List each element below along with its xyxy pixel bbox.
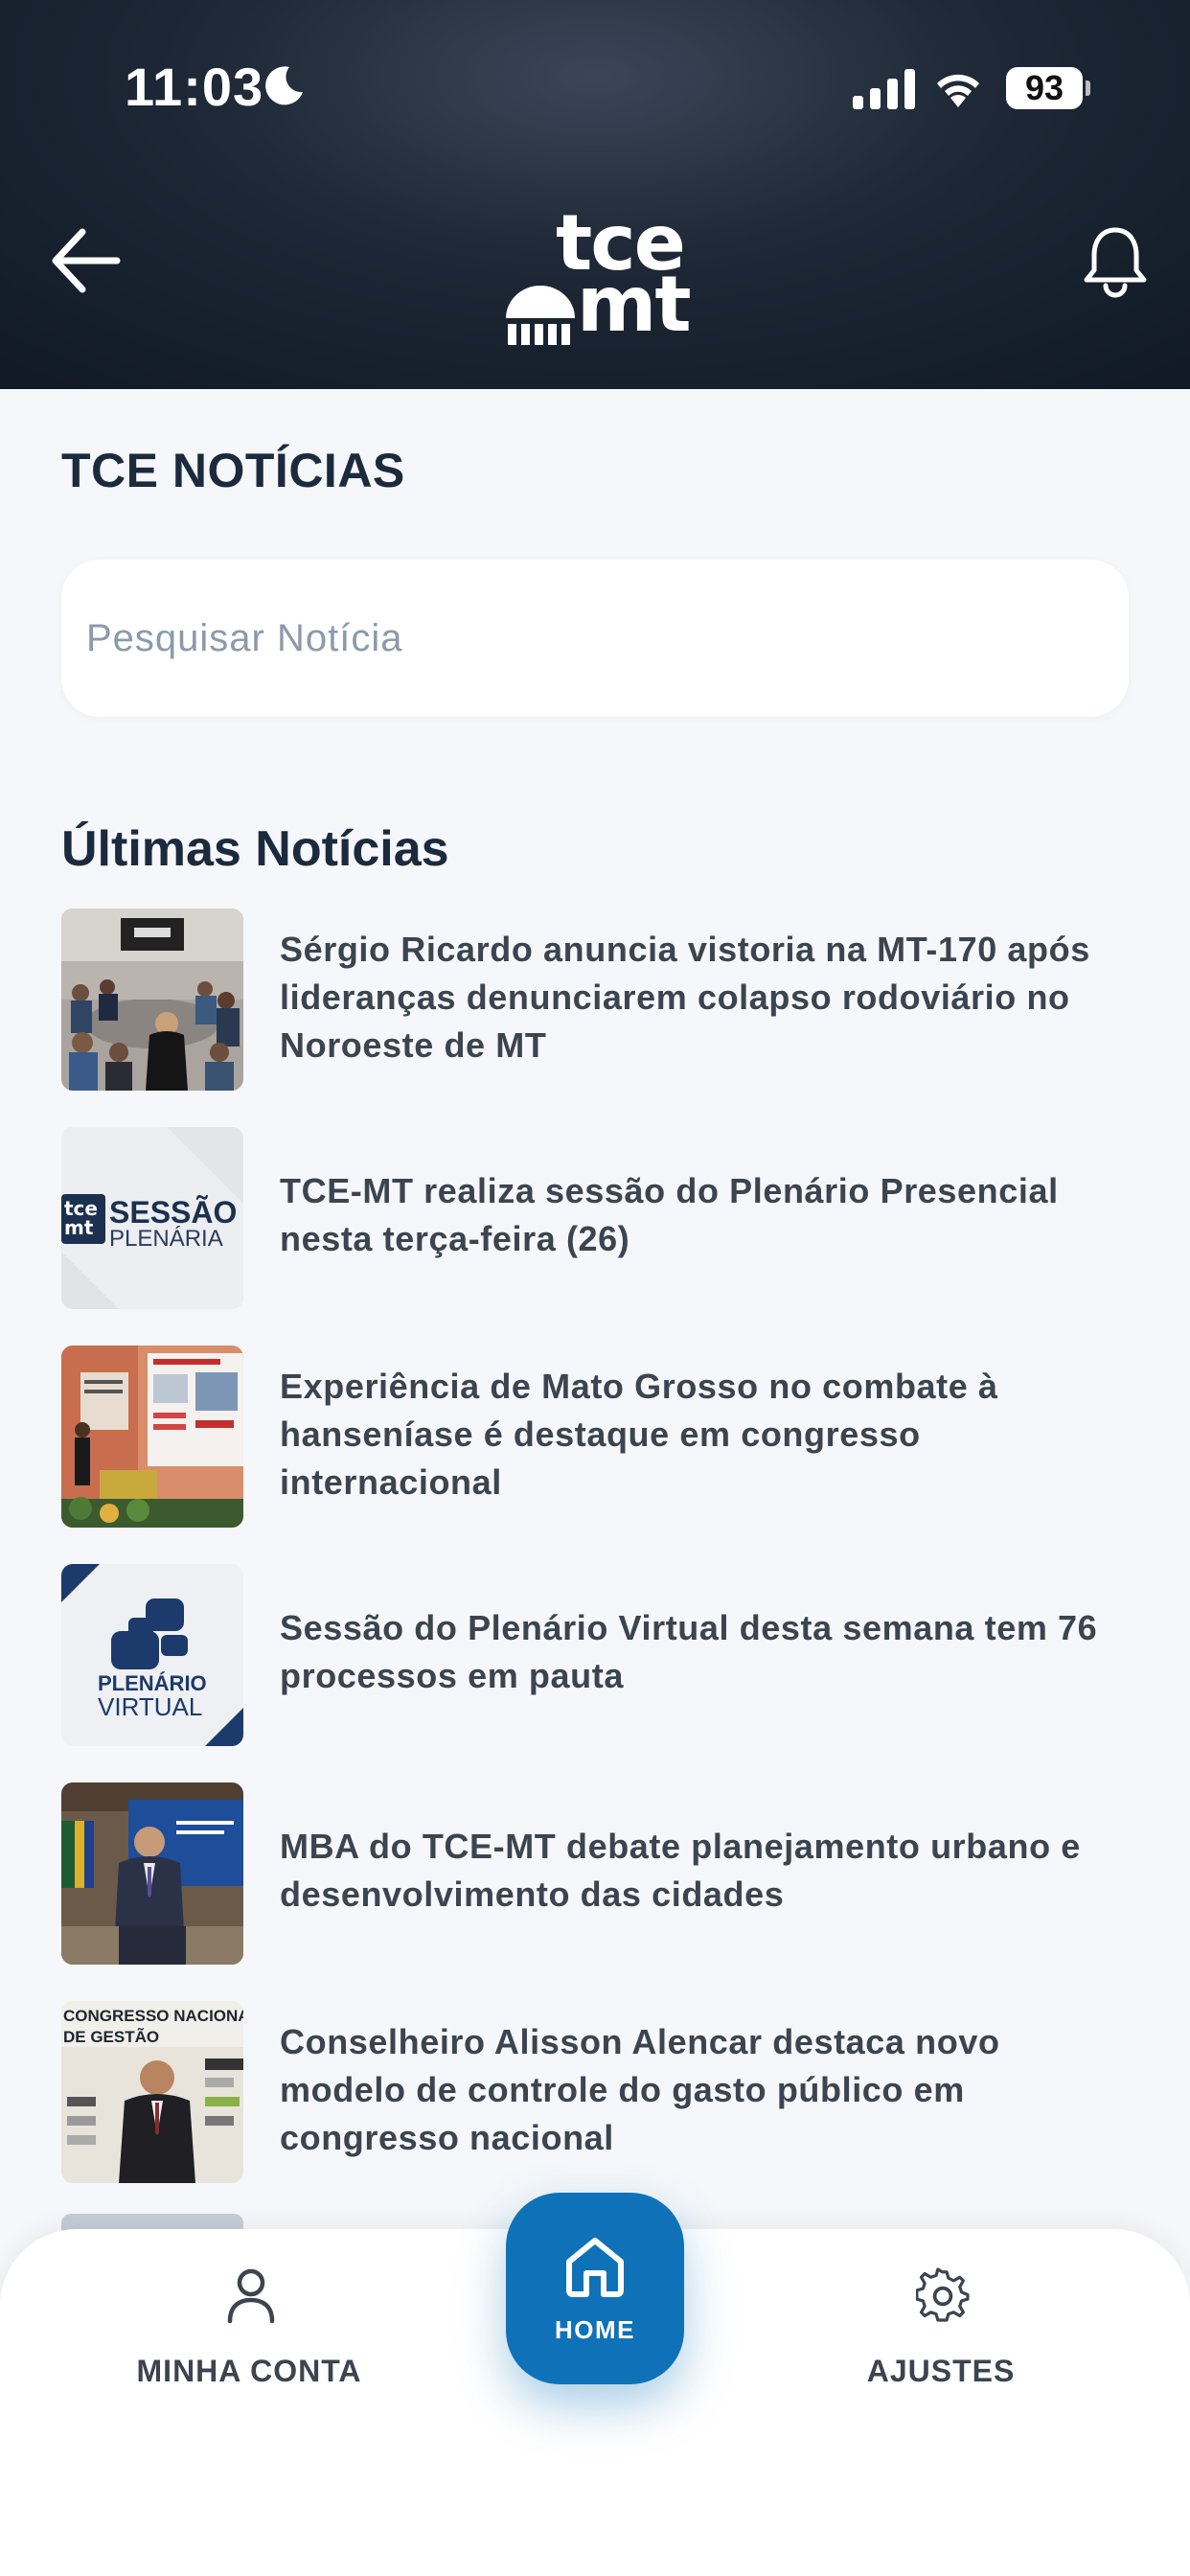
gear-icon [916,2267,970,2322]
thumb-gestao-text: DE GESTÃO [63,2028,160,2046]
battery-indicator: 93 [1006,67,1083,109]
nav-ajustes-label: AJUSTES [866,2354,1016,2388]
app-header: 11:03 93 tce mt [0,0,1190,389]
news-title: MBA do TCE-MT debate planejamento urbano… [280,1827,1081,1914]
battery-tip [1086,80,1090,96]
news-item[interactable]: Sérgio Ricardo anuncia vistoria na MT-17… [61,908,1129,1091]
logo-text-bottom: mt [577,260,692,349]
nav-minha-conta-label: MINHA CONTA [136,2354,362,2388]
nav-ajustes[interactable]: AJUSTES [816,2229,1065,2421]
thumb-logo-mt: mt [64,1216,94,1239]
thumb-congresso-text: CONGRESSO NACIONAL [63,2007,243,2025]
news-title: Sérgio Ricardo anuncia vistoria na MT-17… [280,930,1090,1065]
latest-news-heading: Últimas Notícias [61,821,449,877]
page-title: TCE NOTÍCIAS [61,444,405,497]
news-title: TCE-MT realiza sessão do Plenário Presen… [280,1171,1059,1258]
presentation-photo-image [61,1346,243,1528]
search-input[interactable] [61,560,1129,717]
back-arrow-icon[interactable] [48,226,125,295]
home-button[interactable]: HOME [506,2193,684,2384]
news-item[interactable]: Experiência de Mato Grosso no combate à … [61,1346,1129,1528]
news-title: Experiência de Mato Grosso no combate à … [280,1367,998,1502]
news-thumbnail [61,1346,243,1528]
news-item[interactable]: PLENÁRIO VIRTUAL Sessão do Plenário Virt… [61,1564,1129,1746]
tce-mt-logo: tce mt [498,203,692,349]
news-thumbnail [61,1782,243,1965]
meeting-photo-image [61,908,243,1091]
thumb-virtual-text: VIRTUAL [98,1692,203,1721]
news-item[interactable]: tce mt SESSÃO PLENÁRIA TCE-MT realiza se… [61,1127,1129,1309]
news-thumbnail [61,908,243,1091]
bell-icon[interactable] [1079,222,1152,299]
news-item[interactable]: MBA do TCE-MT debate planejamento urbano… [61,1782,1129,1965]
thumb-sessao-text: SESSÃO [109,1195,238,1230]
cellular-signal-icon [853,69,915,109]
news-title: Conselheiro Alisson Alencar destaca novo… [280,2022,1000,2157]
wifi-icon [937,74,979,107]
status-time: 11:03 [125,57,264,117]
moon-icon [265,66,303,105]
news-item[interactable]: CONGRESSO NACIONAL DE GESTÃO Conselheiro… [61,2001,1129,2183]
user-icon [227,2268,275,2324]
thumb-plenaria-text: PLENÁRIA [109,1226,223,1252]
logo-dome-icon [506,286,575,345]
news-title: Sessão do Plenário Virtual desta semana … [280,1608,1098,1695]
nav-minha-conta[interactable]: MINHA CONTA [125,2229,374,2421]
home-icon [566,2238,624,2297]
home-label: HOME [555,2315,635,2344]
news-thumbnail: CONGRESSO NACIONAL DE GESTÃO [61,2001,243,2183]
news-thumbnail: tce mt SESSÃO PLENÁRIA [61,1127,243,1309]
speaker-photo-image [61,1782,243,1965]
news-thumbnail: PLENÁRIO VIRTUAL [61,1564,243,1746]
